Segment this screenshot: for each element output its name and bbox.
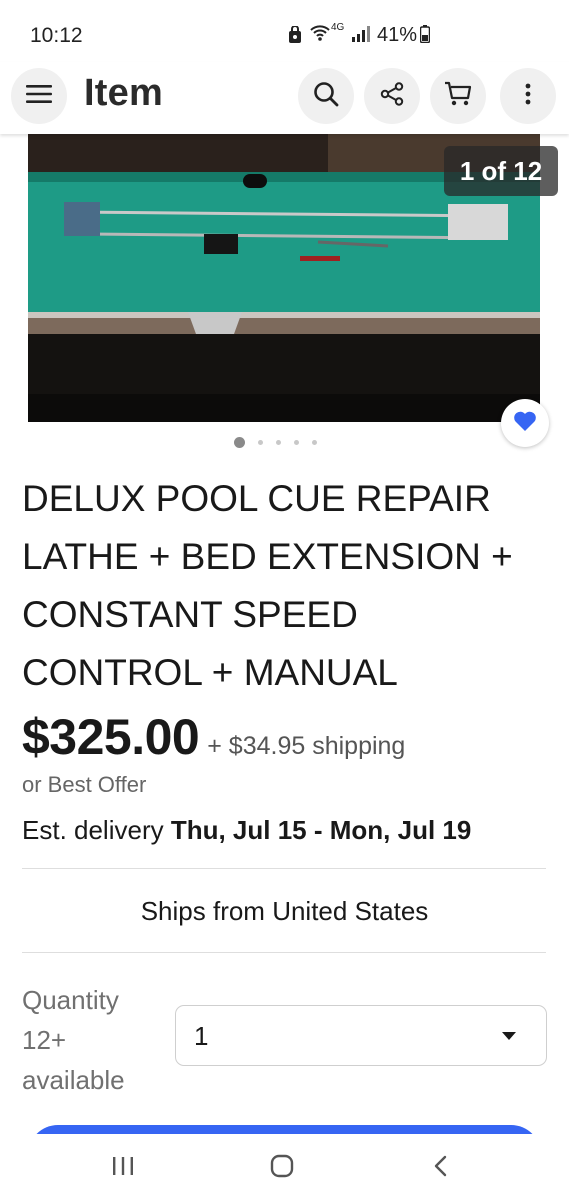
best-offer-label: or Best Offer xyxy=(22,772,147,797)
battery-icon xyxy=(419,25,431,48)
share-button[interactable] xyxy=(364,68,420,124)
delivery-prefix: Est. delivery xyxy=(22,815,171,845)
share-icon xyxy=(380,81,404,111)
gallery-dot[interactable] xyxy=(276,440,281,445)
cart-icon xyxy=(444,81,472,112)
status-bar: 10:12 4G 41% xyxy=(0,0,569,62)
menu-button[interactable] xyxy=(11,68,67,124)
alarm-icon xyxy=(288,25,302,49)
home-button[interactable] xyxy=(262,1152,302,1184)
price-row: $325.00 + $34.95 shipping xyxy=(22,708,405,766)
quantity-label: Quantity 12+ available xyxy=(22,985,125,1095)
battery-percent: 41% xyxy=(377,24,418,46)
quantity-select[interactable]: 1 xyxy=(175,1005,547,1066)
image-counter: 1 of 12 xyxy=(444,146,558,196)
divider xyxy=(22,952,546,953)
recent-apps-icon xyxy=(112,1156,134,1181)
system-nav-bar xyxy=(0,1134,569,1200)
search-button[interactable] xyxy=(298,68,354,124)
network-type: 4G xyxy=(331,22,345,33)
recent-apps-button[interactable] xyxy=(103,1152,143,1184)
estimated-delivery: Est. delivery Thu, Jul 15 - Mon, Jul 19 xyxy=(22,815,471,846)
quantity-value: 1 xyxy=(194,1021,209,1051)
heart-icon xyxy=(513,410,537,437)
watch-button[interactable] xyxy=(501,399,549,447)
chevron-down-icon xyxy=(502,1032,516,1040)
ships-from: Ships from United States xyxy=(140,896,429,926)
app-bar: Item xyxy=(0,62,569,134)
cart-button[interactable] xyxy=(430,68,486,124)
wifi-icon xyxy=(310,24,330,47)
gallery-dot[interactable] xyxy=(294,440,299,445)
more-vertical-icon xyxy=(525,83,531,110)
search-icon xyxy=(313,81,339,112)
delivery-dates: Thu, Jul 15 - Mon, Jul 19 xyxy=(170,815,472,845)
back-button[interactable] xyxy=(420,1152,460,1184)
divider xyxy=(22,868,546,869)
shipping-cost: + $34.95 shipping xyxy=(207,732,406,760)
menu-icon xyxy=(26,84,52,109)
gallery-dot[interactable] xyxy=(312,440,317,445)
more-options-button[interactable] xyxy=(500,68,556,124)
item-price: $325.00 xyxy=(22,709,200,765)
gallery-pagination xyxy=(234,437,317,448)
gallery-dot[interactable] xyxy=(234,437,245,448)
listing-title: DELUX POOL CUE REPAIR LATHE + BED EXTENS… xyxy=(22,478,513,693)
home-icon xyxy=(270,1154,294,1183)
back-icon xyxy=(433,1155,447,1182)
gallery-dot[interactable] xyxy=(258,440,263,445)
signal-icon xyxy=(352,26,370,47)
status-time: 10:12 xyxy=(30,24,83,47)
page-title: Item xyxy=(84,72,163,114)
